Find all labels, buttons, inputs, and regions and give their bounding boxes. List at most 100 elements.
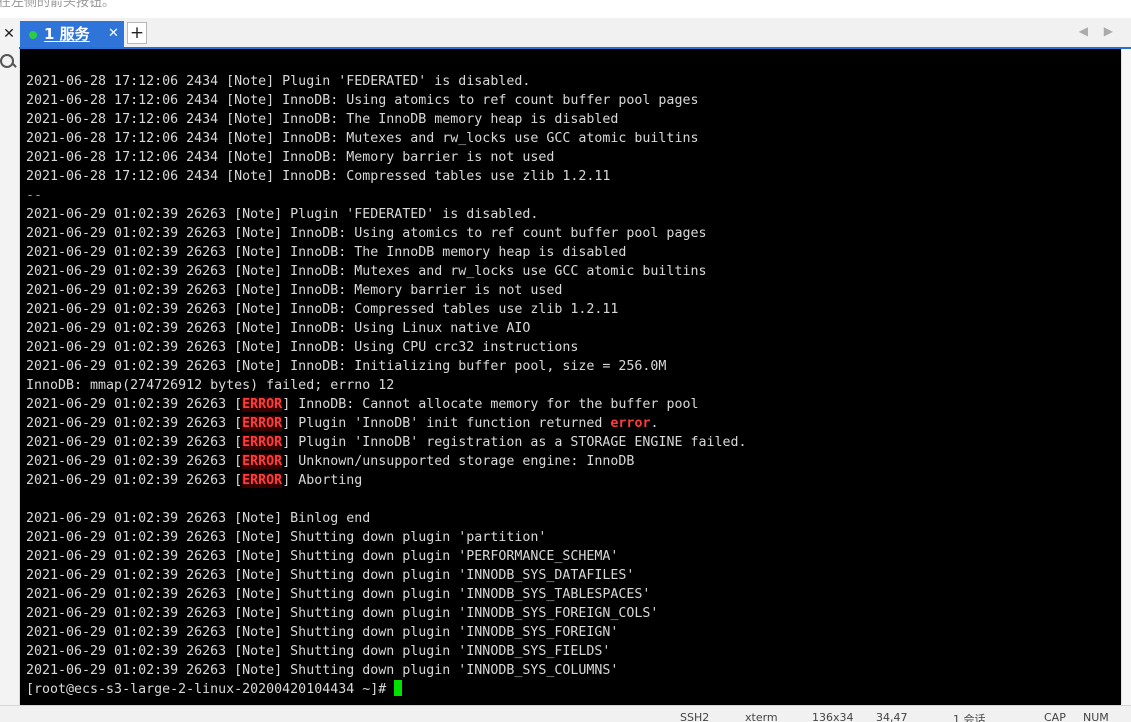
terminal-text: 2021-06-29 01:02:39 26263 [Note] InnoDB:…	[26, 340, 579, 355]
terminal-highlight: --	[26, 188, 43, 203]
terminal-line: 2021-06-29 01:02:39 26263 [ERROR] InnoDB…	[26, 395, 747, 414]
status-num: NUM	[1083, 711, 1109, 722]
terminal-line: 2021-06-28 17:12:06 2434 [Note] InnoDB: …	[26, 91, 747, 110]
terminal-line: 2021-06-28 17:12:06 2434 [Note] InnoDB: …	[26, 148, 747, 167]
close-icon[interactable]: ✕	[1, 24, 17, 44]
terminal-line: 2021-06-29 01:02:39 26263 [ERROR] Plugin…	[26, 433, 747, 452]
terminal-text: 2021-06-29 01:02:39 26263 [Note] Shuttin…	[26, 663, 619, 678]
connected-status-icon	[29, 31, 37, 39]
terminal-text: 2021-06-28 17:12:06 2434 [Note] Plugin '…	[26, 74, 531, 89]
tab-session-1[interactable]: 1 服务 ✕	[20, 21, 124, 47]
left-panel: ✕	[0, 18, 20, 721]
terminal-text: 2021-06-29 01:02:39 26263 [Note] Plugin …	[26, 207, 539, 222]
status-bar: SSH2 xterm 136x34 34,47 1 会话 CAP NUM	[0, 705, 1131, 722]
terminal-highlight: ERROR	[242, 397, 283, 412]
terminal-text: ] Aborting	[282, 473, 363, 488]
terminal-line: 2021-06-29 01:02:39 26263 [Note] Shuttin…	[26, 661, 747, 680]
terminal-text: 2021-06-29 01:02:39 26263 [Note] Shuttin…	[26, 644, 611, 659]
terminal-line: 2021-06-28 17:12:06 2434 [Note] InnoDB: …	[26, 167, 747, 186]
terminal-line: 2021-06-29 01:02:39 26263 [Note] Shuttin…	[26, 585, 747, 604]
terminal-text: 2021-06-29 01:02:39 26263 [	[26, 397, 243, 412]
terminal-text: 2021-06-29 01:02:39 26263 [Note] InnoDB:…	[26, 302, 619, 317]
terminal-text: 2021-06-28 17:12:06 2434 [Note] InnoDB: …	[26, 150, 555, 165]
terminal-line: 2021-06-28 17:12:06 2434 [Note] InnoDB: …	[26, 110, 747, 129]
terminal-highlight: ERROR	[242, 473, 283, 488]
shell-prompt: [root@ecs-s3-large-2-linux-2020042010443…	[26, 682, 395, 697]
terminal-text: 2021-06-29 01:02:39 26263 [Note] InnoDB:…	[26, 264, 707, 279]
terminal-line: 2021-06-29 01:02:39 26263 [Note] Plugin …	[26, 205, 747, 224]
terminal-highlight: ERROR	[242, 416, 283, 431]
terminal-text: .	[650, 416, 659, 431]
terminal-text: InnoDB: mmap(274726912 bytes) failed; er…	[26, 378, 395, 393]
terminal-line: InnoDB: mmap(274726912 bytes) failed; er…	[26, 376, 747, 395]
terminal-text: ] Unknown/unsupported storage engine: In…	[282, 454, 635, 469]
terminal-text: 2021-06-29 01:02:39 26263 [Note] Shuttin…	[26, 587, 651, 602]
terminal-text: 2021-06-28 17:12:06 2434 [Note] InnoDB: …	[26, 93, 699, 108]
terminal-text: 2021-06-29 01:02:39 26263 [	[26, 454, 243, 469]
terminal-text: 2021-06-28 17:12:06 2434 [Note] InnoDB: …	[26, 131, 699, 146]
terminal-line: 2021-06-29 01:02:39 26263 [Note] Shuttin…	[26, 566, 747, 585]
tab-scroll-arrows-icon[interactable]: ◀ ▶	[1079, 24, 1119, 38]
top-hint-text: 在左侧的箭头按钮。	[0, 0, 116, 10]
terminal-line: 2021-06-29 01:02:39 26263 [Note] InnoDB:…	[26, 300, 747, 319]
terminal-highlight: ERROR	[242, 454, 283, 469]
tab-title: 服务	[59, 25, 90, 43]
tab-bar: 1 服务 ✕ + ◀ ▶	[19, 18, 1131, 49]
terminal-line: 2021-06-29 01:02:39 26263 [Note] Shuttin…	[26, 623, 747, 642]
terminal-text: 2021-06-28 17:12:06 2434 [Note] InnoDB: …	[26, 112, 619, 127]
tab-close-icon[interactable]: ✕	[108, 25, 119, 43]
terminal-line: --	[26, 186, 747, 205]
terminal-text: 2021-06-28 17:12:06 2434 [Note] InnoDB: …	[26, 169, 611, 184]
terminal-cursor[interactable]	[394, 680, 403, 696]
terminal-line: 2021-06-28 17:12:06 2434 [Note] Plugin '…	[26, 72, 747, 91]
terminal-line: 2021-06-29 01:02:39 26263 [Note] Shuttin…	[26, 547, 747, 566]
status-sessions: 1 会话	[953, 713, 986, 722]
add-tab-button[interactable]: +	[127, 22, 147, 44]
terminal-text: 2021-06-29 01:02:39 26263 [Note] Shuttin…	[26, 606, 659, 621]
terminal-text: 2021-06-29 01:02:39 26263 [Note] InnoDB:…	[26, 226, 707, 241]
terminal-text: 2021-06-29 01:02:39 26263 [Note] Shuttin…	[26, 549, 619, 564]
terminal-text: 2021-06-29 01:02:39 26263 [Note] InnoDB:…	[26, 321, 531, 336]
terminal-line: 2021-06-28 17:12:06 2434 [Note] InnoDB: …	[26, 129, 747, 148]
terminal-line: 2021-06-29 01:02:39 26263 [Note] Shuttin…	[26, 528, 747, 547]
vertical-scrollbar[interactable]	[1121, 49, 1131, 705]
terminal-line: 2021-06-29 01:02:39 26263 [Note] InnoDB:…	[26, 338, 747, 357]
terminal-highlight: ERROR	[242, 435, 283, 450]
search-icon[interactable]	[0, 52, 18, 70]
terminal-text: 2021-06-29 01:02:39 26263 [Note] InnoDB:…	[26, 359, 667, 374]
status-caps: CAP	[1044, 711, 1066, 722]
terminal-text: 2021-06-29 01:02:39 26263 [Note] Binlog …	[26, 511, 371, 526]
status-protocol: SSH2	[680, 711, 710, 722]
terminal-line: 2021-06-29 01:02:39 26263 [ERROR] Aborti…	[26, 471, 747, 490]
terminal-highlight: error	[610, 416, 651, 431]
terminal-text: 2021-06-29 01:02:39 26263 [Note] Shuttin…	[26, 625, 619, 640]
terminal-text: 2021-06-29 01:02:39 26263 [	[26, 435, 243, 450]
terminal-text: 2021-06-29 01:02:39 26263 [Note] InnoDB:…	[26, 245, 627, 260]
terminal-lines: 2021-06-28 17:12:06 2434 [Note] Plugin '…	[26, 72, 747, 699]
terminal-line: 2021-06-29 01:02:39 26263 [Note] Shuttin…	[26, 642, 747, 661]
status-term-type: xterm	[745, 711, 778, 722]
terminal-text: 2021-06-29 01:02:39 26263 [Note] Shuttin…	[26, 530, 547, 545]
terminal-line: 2021-06-29 01:02:39 26263 [ERROR] Plugin…	[26, 414, 747, 433]
terminal-line: 2021-06-29 01:02:39 26263 [Note] InnoDB:…	[26, 224, 747, 243]
terminal-line: 2021-06-29 01:02:39 26263 [Note] Shuttin…	[26, 604, 747, 623]
tab-number: 1	[44, 25, 55, 43]
terminal-text: ] Plugin 'InnoDB' init function returned	[282, 416, 611, 431]
terminal-line: 2021-06-29 01:02:39 26263 [ERROR] Unknow…	[26, 452, 747, 471]
terminal-text: ] Plugin 'InnoDB' registration as a STOR…	[282, 435, 747, 450]
top-hint-strip: 在左侧的箭头按钮。	[0, 0, 1131, 18]
terminal-text: 2021-06-29 01:02:39 26263 [	[26, 473, 243, 488]
terminal-output[interactable]: 2021-06-28 17:12:06 2434 [Note] Plugin '…	[20, 49, 1121, 705]
terminal-line: 2021-06-29 01:02:39 26263 [Note] InnoDB:…	[26, 262, 747, 281]
status-size: 136x34	[812, 711, 854, 722]
tab-label: 1 服务	[44, 25, 90, 43]
terminal-line: 2021-06-29 01:02:39 26263 [Note] InnoDB:…	[26, 243, 747, 262]
terminal-line: 2021-06-29 01:02:39 26263 [Note] InnoDB:…	[26, 281, 747, 300]
search-icon-handle	[11, 62, 17, 68]
status-cursor-pos: 34,47	[876, 711, 908, 722]
terminal-text: 2021-06-29 01:02:39 26263 [Note] Shuttin…	[26, 568, 635, 583]
terminal-text: 2021-06-29 01:02:39 26263 [Note] InnoDB:…	[26, 283, 563, 298]
terminal-line: 2021-06-29 01:02:39 26263 [Note] InnoDB:…	[26, 357, 747, 376]
terminal-text: ] InnoDB: Cannot allocate memory for the…	[282, 397, 699, 412]
